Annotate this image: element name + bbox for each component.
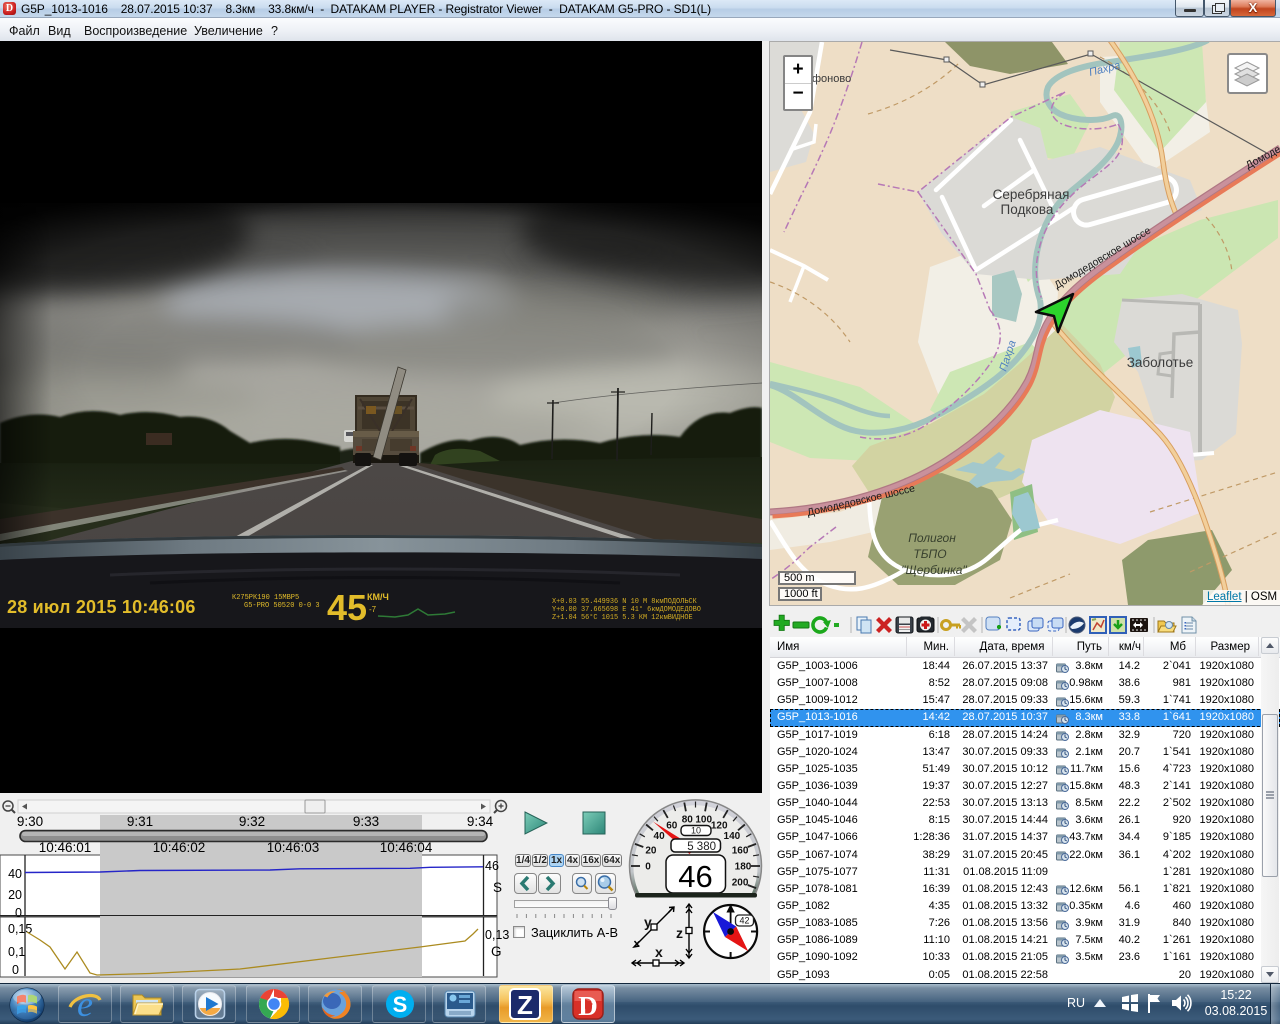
svg-text:Z+1.04 56°C 1015 5.3 КМ 12кмВИ: Z+1.04 56°C 1015 5.3 КМ 12кмВИДНОЕ [552,613,693,622]
svg-text:Полигон: Полигон [908,531,956,545]
svg-text:X+0.03 55.449936 N 10 М 8кмПО: X+0.03 55.449936 N 10 М 8кмПОДОЛЬСК [552,598,697,606]
svg-text:140: 140 [724,831,741,842]
svg-text:80: 80 [682,815,694,826]
svg-text:9:32: 9:32 [239,814,265,829]
svg-text:фоново: фоново [812,73,851,85]
svg-text:180: 180 [735,862,752,873]
svg-text:Заболотье: Заболотье [1127,355,1194,370]
svg-text:9:30: 9:30 [17,814,43,829]
svg-text:200: 200 [732,878,749,889]
svg-text:К275РК190 15МВР5: К275РК190 15МВР5 [232,594,299,602]
svg-text:10:46:01: 10:46:01 [39,840,92,855]
svg-text:20: 20 [8,888,22,902]
svg-text:G: G [491,944,502,959]
svg-text:60: 60 [666,820,678,831]
svg-text:20: 20 [645,845,657,856]
svg-text:9:31: 9:31 [127,814,153,829]
svg-text:0: 0 [12,963,19,977]
svg-text:9:33: 9:33 [353,814,379,829]
svg-text:0: 0 [15,906,22,920]
svg-text:ТБПО: ТБПО [913,547,946,561]
svg-text:28 июл 2015 10:46:06: 28 июл 2015 10:46:06 [7,597,196,617]
svg-text:S: S [493,880,502,895]
svg-text:z: z [676,925,683,941]
svg-text:160: 160 [732,845,749,856]
svg-text:0,15: 0,15 [8,922,32,936]
svg-text:x: x [655,944,663,960]
svg-text:Z: Z [517,990,533,1020]
svg-text:46: 46 [485,859,499,873]
svg-text:46: 46 [678,859,712,894]
svg-text:Серебряная: Серебряная [993,187,1070,202]
svg-text:10:46:04: 10:46:04 [380,840,433,855]
svg-text:S: S [393,992,408,1017]
svg-text:10: 10 [691,826,701,836]
svg-text:0,1: 0,1 [8,945,25,959]
svg-text:"Щербинка": "Щербинка" [901,563,967,577]
svg-text:42: 42 [739,916,749,926]
svg-text:5 380: 5 380 [687,841,716,853]
svg-text:10:46:02: 10:46:02 [153,840,206,855]
svg-text:e: e [77,986,93,1022]
svg-text:120: 120 [711,820,728,831]
svg-text:КМ/Ч: КМ/Ч [367,592,389,602]
svg-text:Y+0.00 37.665698 E 41° 6кмДО: Y+0.00 37.665698 E 41° 6кмДОМОДЕДОВО [552,605,701,614]
svg-text:40: 40 [8,867,22,881]
svg-text:45: 45 [327,587,367,628]
svg-text:0,13: 0,13 [485,928,509,942]
svg-text:G5-PRO 50520 0-0 3: G5-PRO 50520 0-0 3 [244,602,320,610]
svg-text:0: 0 [645,862,651,873]
svg-text:40: 40 [654,831,666,842]
svg-text:y: y [644,914,652,930]
svg-text:Подкова: Подкова [1001,202,1054,217]
svg-text:9:34: 9:34 [467,814,494,829]
svg-text:10:46:03: 10:46:03 [267,840,320,855]
svg-text:-7: -7 [369,605,377,614]
